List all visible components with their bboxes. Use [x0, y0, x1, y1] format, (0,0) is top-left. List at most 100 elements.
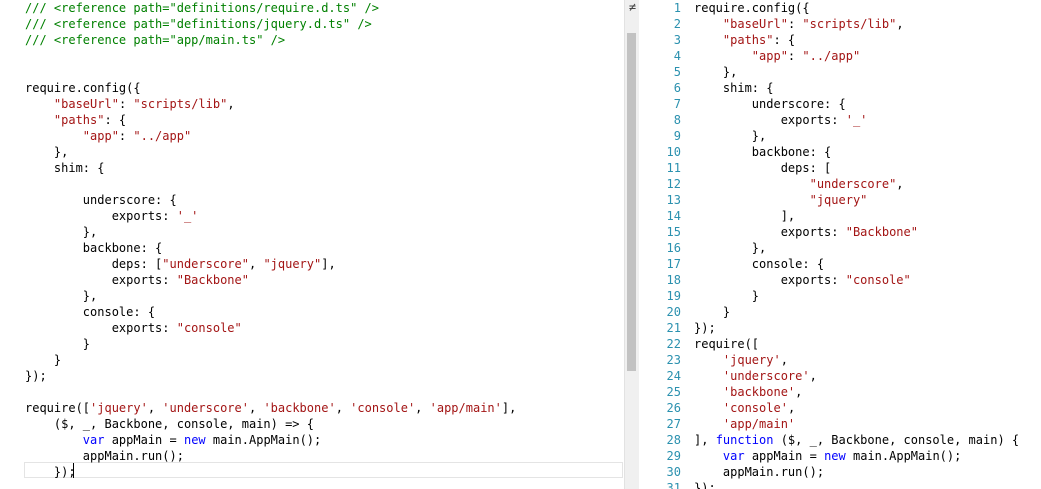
code-token: exports:	[25, 273, 177, 287]
line-number: 30	[666, 465, 681, 479]
code-token: main.AppMain();	[205, 433, 322, 447]
line-number: 11	[666, 161, 681, 175]
code-token: },	[25, 225, 98, 239]
line-number-gutter: 1 2 3 4 5 6 7 8 9 10 11 12 13 14 15 16 17 18 19 20 21 22 23 24 2…	[639, 0, 681, 489]
code-token: "underscore"	[809, 177, 897, 191]
code-token: "baseUrl"	[53, 97, 119, 111]
code-line: }	[694, 304, 1019, 320]
line-number: 16	[666, 241, 681, 255]
code-token: "scripts/lib"	[802, 17, 897, 31]
code-token: ,	[415, 401, 430, 415]
code-line: },	[25, 288, 516, 304]
code-line: },	[25, 224, 516, 240]
code-token: 'console'	[722, 401, 788, 415]
line-number: 27	[666, 417, 681, 431]
code-token: ,	[780, 353, 788, 367]
source-code[interactable]: /// <reference path="definitions/require…	[25, 0, 516, 480]
code-token: require([	[694, 337, 760, 351]
code-token: console: {	[694, 257, 825, 271]
code-line: exports: "Backbone"	[25, 272, 516, 288]
code-token: function	[715, 433, 774, 447]
code-token: },	[25, 289, 98, 303]
line-number: 18	[666, 273, 681, 287]
code-token: deps: [	[25, 257, 163, 271]
code-token: },	[694, 241, 767, 255]
code-token: ,	[248, 257, 264, 271]
line-number: 24	[666, 369, 681, 383]
code-line: ],	[694, 208, 1019, 224]
code-token: console: {	[25, 305, 156, 319]
code-line: exports: "Backbone"	[694, 224, 1019, 240]
line-number: 4	[673, 49, 681, 63]
code-token: ,	[896, 17, 904, 31]
code-line: }	[694, 288, 1019, 304]
code-line: console: {	[25, 304, 516, 320]
code-token: ,	[787, 401, 796, 415]
code-line: require([	[694, 336, 1019, 352]
text-caret	[73, 463, 74, 478]
code-line: var appMain = new main.AppMain();	[25, 432, 516, 448]
code-token: });	[694, 481, 716, 489]
code-line: 'console',	[694, 400, 1019, 416]
split-view-icon[interactable]: ≠	[626, 0, 639, 15]
code-token: deps: [	[694, 161, 832, 175]
code-token: }	[25, 337, 91, 351]
code-token: 'underscore'	[722, 369, 810, 383]
compiled-output-editor[interactable]: 1 2 3 4 5 6 7 8 9 10 11 12 13 14 15 16 17 18 19 20 21 22 23 24 2…	[639, 0, 1041, 489]
code-line: /// <reference path="app/main.ts" />	[25, 32, 516, 48]
code-token: ],	[321, 257, 336, 271]
line-number: 15	[666, 225, 681, 239]
code-token: ,	[335, 401, 351, 415]
code-token: /// <reference path="app/main.ts" />	[25, 33, 286, 47]
code-token: shim: {	[694, 81, 774, 95]
code-token: var	[722, 449, 745, 463]
code-line: require.config({	[25, 80, 516, 96]
code-line: shim: {	[694, 80, 1019, 96]
code-line: console: {	[694, 256, 1019, 272]
scroll-thumb[interactable]	[627, 33, 636, 371]
code-token: require.config({	[25, 81, 141, 95]
code-line: exports: "console"	[694, 272, 1019, 288]
line-number: 14	[666, 209, 681, 223]
code-token: ,	[248, 401, 264, 415]
code-line: 'app/main'	[694, 416, 1019, 432]
code-line: "app": "../app"	[694, 48, 1019, 64]
line-number: 5	[673, 65, 681, 79]
line-number: 20	[666, 305, 681, 319]
code-token: "jquery"	[263, 257, 322, 271]
code-line: 'jquery',	[694, 352, 1019, 368]
code-token: /// <reference path="definitions/jquery.…	[25, 17, 372, 31]
code-token: new	[824, 449, 846, 463]
code-line: "app": "../app"	[25, 128, 516, 144]
code-line: }	[25, 352, 516, 368]
code-line: ], function ($, _, Backbone, console, ma…	[694, 432, 1019, 448]
code-token: '_'	[845, 113, 868, 127]
code-token: var	[82, 433, 105, 447]
code-token: }	[25, 353, 62, 367]
code-token: },	[25, 145, 69, 159]
code-token: :	[118, 129, 134, 143]
compiled-code[interactable]: require.config({ "baseUrl": "scripts/lib…	[694, 0, 1019, 489]
code-token: "../app"	[802, 49, 861, 63]
vertical-scrollbar[interactable]: ≠	[624, 0, 639, 489]
code-token: "app"	[751, 49, 788, 63]
code-line: ($, _, Backbone, console, main) => {	[25, 416, 516, 432]
line-number: 12	[666, 177, 681, 191]
code-token: require([	[25, 401, 91, 415]
code-token: ],	[501, 401, 517, 415]
code-line: 'backbone',	[694, 384, 1019, 400]
code-token: ,	[795, 385, 803, 399]
source-editor[interactable]: /// <reference path="definitions/require…	[0, 0, 624, 489]
code-token: });	[25, 369, 47, 383]
code-token: }	[694, 305, 731, 319]
